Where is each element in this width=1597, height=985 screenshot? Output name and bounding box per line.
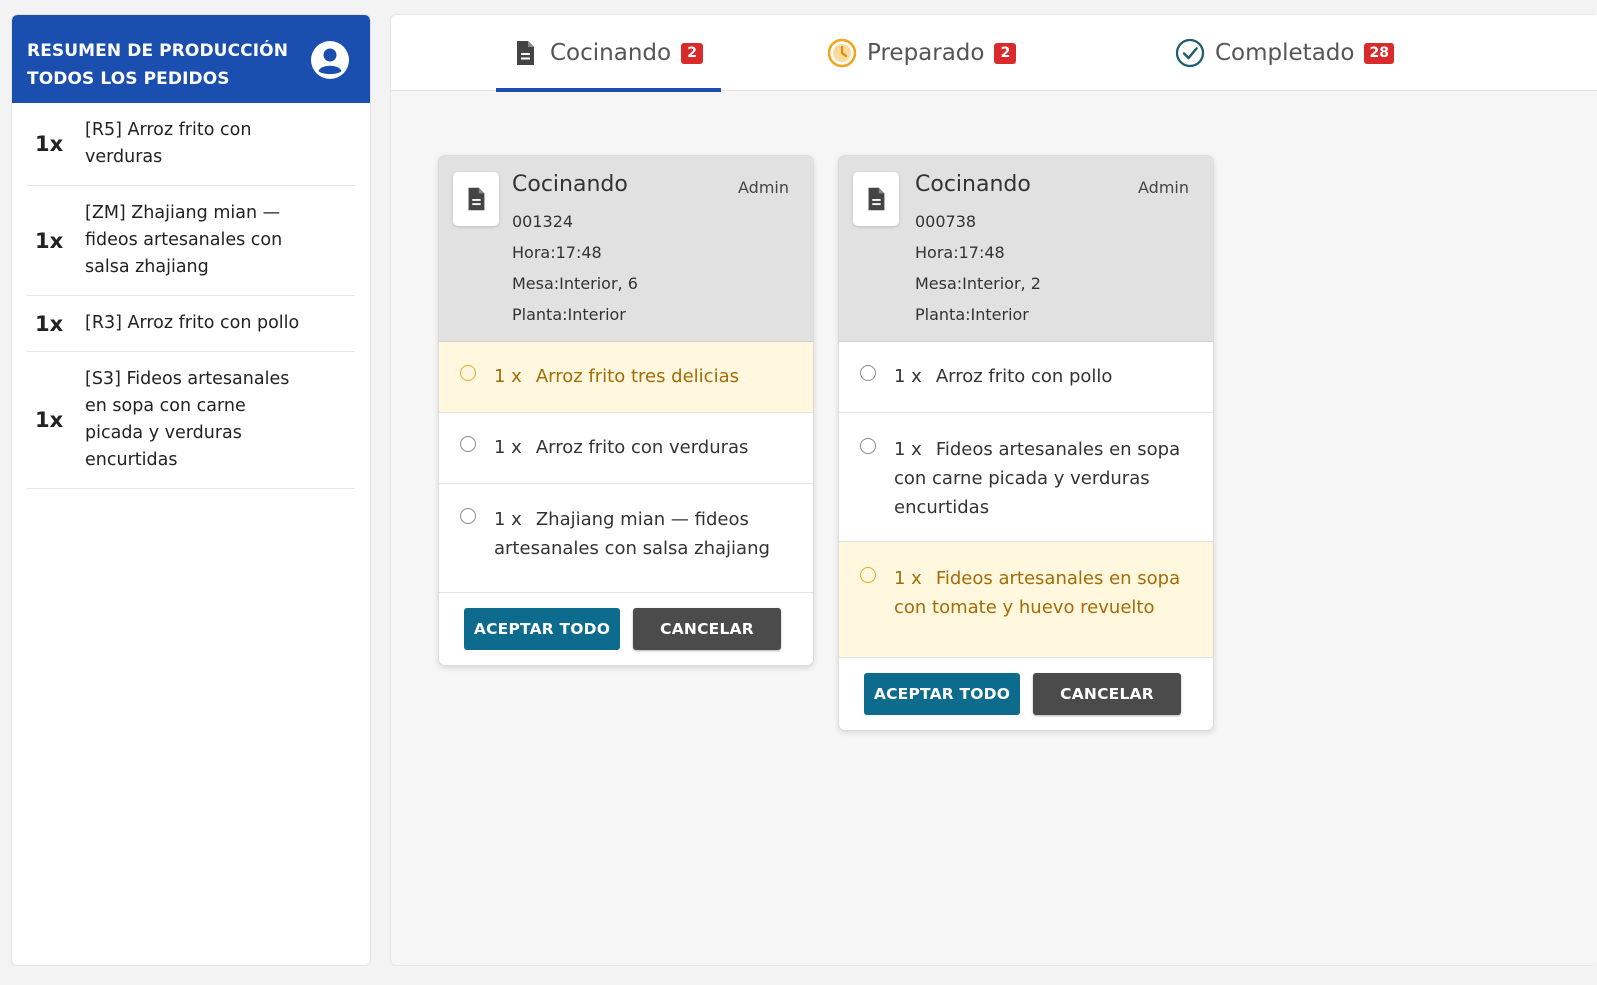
- summary-item-name: [S3] Fideos artesanales en sopa con carn…: [85, 369, 290, 470]
- check-circle-icon: [1175, 38, 1205, 68]
- item-radio[interactable]: [860, 567, 876, 583]
- order-floor: Planta:Interior: [915, 305, 1029, 324]
- item-qty: 1 x: [894, 568, 922, 589]
- order-time: Hora:17:48: [512, 243, 602, 262]
- item-name: Fideos artesanales en sopa con tomate y …: [894, 568, 1181, 618]
- tab-completado[interactable]: Completado 28: [1175, 15, 1394, 91]
- order-card: Cocinando Admin 001324 Hora:17:48 Mesa:I…: [438, 155, 814, 666]
- item-radio[interactable]: [460, 365, 476, 381]
- order-user: Admin: [738, 178, 789, 197]
- item-radio[interactable]: [860, 438, 876, 454]
- item-radio[interactable]: [460, 508, 476, 524]
- summary-item: 1x [R5] Arroz frito con verduras: [27, 103, 355, 186]
- summary-item-name: [ZM] Zhajiang mian — fideos artesanales …: [85, 203, 283, 277]
- cancel-button[interactable]: CANCELAR: [1033, 673, 1181, 715]
- status-tabs: Cocinando 2 Preparado 2 Completado 28: [391, 15, 1597, 92]
- summary-item-qty: 1x: [35, 311, 64, 336]
- order-number: 000738: [915, 212, 977, 231]
- tab-label: Cocinando: [550, 40, 672, 66]
- order-card-header: Cocinando Admin 000738 Hora:17:48 Mesa:I…: [839, 156, 1213, 342]
- tab-cocinando[interactable]: Cocinando 2: [496, 15, 721, 92]
- order-actions: ACEPTAR TODO CANCELAR: [439, 593, 813, 665]
- order-status-title: Cocinando: [512, 172, 628, 197]
- summary-item-qty: 1x: [35, 408, 64, 432]
- item-qty: 1 x: [894, 439, 922, 460]
- production-summary-header: RESUMEN DE PRODUCCIÓN TODOS LOS PEDIDOS: [12, 15, 370, 103]
- accept-all-button[interactable]: ACEPTAR TODO: [464, 608, 620, 650]
- item-name: Arroz frito con pollo: [935, 366, 1113, 387]
- order-status-title: Cocinando: [915, 172, 1031, 197]
- tab-preparado[interactable]: Preparado 2: [827, 15, 1017, 91]
- summary-item-qty: 1x: [35, 132, 64, 156]
- order-table: Mesa:Interior, 2: [915, 274, 1041, 293]
- user-account-icon[interactable]: [310, 40, 350, 80]
- order-details: 000738 Hora:17:48 Mesa:Interior, 2 Plant…: [915, 206, 1041, 330]
- tab-count-badge: 2: [681, 42, 704, 64]
- order-item[interactable]: 1 x Fideos artesanales en sopa con tomate…: [839, 542, 1213, 658]
- order-item[interactable]: 1 x Fideos artesanales en sopa con carne …: [839, 413, 1213, 542]
- summary-title: RESUMEN DE PRODUCCIÓN: [27, 41, 289, 61]
- item-radio[interactable]: [860, 365, 876, 381]
- order-item[interactable]: 1 x Arroz frito con verduras: [439, 413, 813, 484]
- orders-board: Cocinando 2 Preparado 2 Completado 28 Co…: [390, 14, 1597, 966]
- document-icon: [510, 38, 540, 68]
- summary-subtitle: TODOS LOS PEDIDOS: [27, 69, 230, 89]
- item-name: Arroz frito tres delicias: [535, 366, 739, 387]
- summary-item-name: [R3] Arroz frito con pollo: [85, 313, 300, 333]
- item-qty: 1 x: [494, 437, 522, 458]
- order-item[interactable]: 1 x Zhajiang mian — fideos artesanales co…: [439, 484, 813, 593]
- summary-item: 1x [ZM] Zhajiang mian — fideos artesanal…: [27, 186, 355, 296]
- summary-item: 1x [R3] Arroz frito con pollo: [27, 296, 355, 352]
- order-floor: Planta:Interior: [512, 305, 626, 324]
- item-name: Zhajiang mian — fideos artesanales con s…: [494, 509, 770, 559]
- cancel-button[interactable]: CANCELAR: [633, 608, 781, 650]
- production-summary-panel: RESUMEN DE PRODUCCIÓN TODOS LOS PEDIDOS …: [11, 14, 371, 966]
- item-name: Arroz frito con verduras: [535, 437, 749, 458]
- summary-item-qty: 1x: [35, 228, 64, 253]
- order-number: 001324: [512, 212, 574, 231]
- order-actions: ACEPTAR TODO CANCELAR: [839, 658, 1213, 730]
- tab-count-badge: 2: [994, 42, 1017, 64]
- order-time: Hora:17:48: [915, 243, 1005, 262]
- order-table: Mesa:Interior, 6: [512, 274, 638, 293]
- summary-item: 1x [S3] Fideos artesanales en sopa con c…: [27, 352, 355, 489]
- accept-all-button[interactable]: ACEPTAR TODO: [864, 673, 1020, 715]
- item-name: Fideos artesanales en sopa con carne pic…: [894, 439, 1181, 518]
- item-qty: 1 x: [494, 366, 522, 387]
- order-user: Admin: [1138, 178, 1189, 197]
- tab-label: Completado: [1215, 40, 1355, 66]
- item-radio[interactable]: [460, 436, 476, 452]
- summary-list: 1x [R5] Arroz frito con verduras 1x [ZM]…: [12, 103, 370, 489]
- document-icon: [453, 172, 499, 226]
- item-qty: 1 x: [894, 366, 922, 387]
- document-icon: [853, 172, 899, 226]
- order-item[interactable]: 1 x Arroz frito con pollo: [839, 342, 1213, 413]
- item-qty: 1 x: [494, 509, 522, 530]
- summary-item-name: [R5] Arroz frito con verduras: [85, 120, 252, 167]
- order-card-header: Cocinando Admin 001324 Hora:17:48 Mesa:I…: [439, 156, 813, 342]
- clock-icon: [827, 38, 857, 68]
- tab-label: Preparado: [867, 40, 985, 66]
- order-item[interactable]: 1 x Arroz frito tres delicias: [439, 342, 813, 413]
- tab-count-badge: 28: [1364, 42, 1394, 64]
- order-details: 001324 Hora:17:48 Mesa:Interior, 6 Plant…: [512, 206, 638, 330]
- order-card: Cocinando Admin 000738 Hora:17:48 Mesa:I…: [838, 155, 1214, 731]
